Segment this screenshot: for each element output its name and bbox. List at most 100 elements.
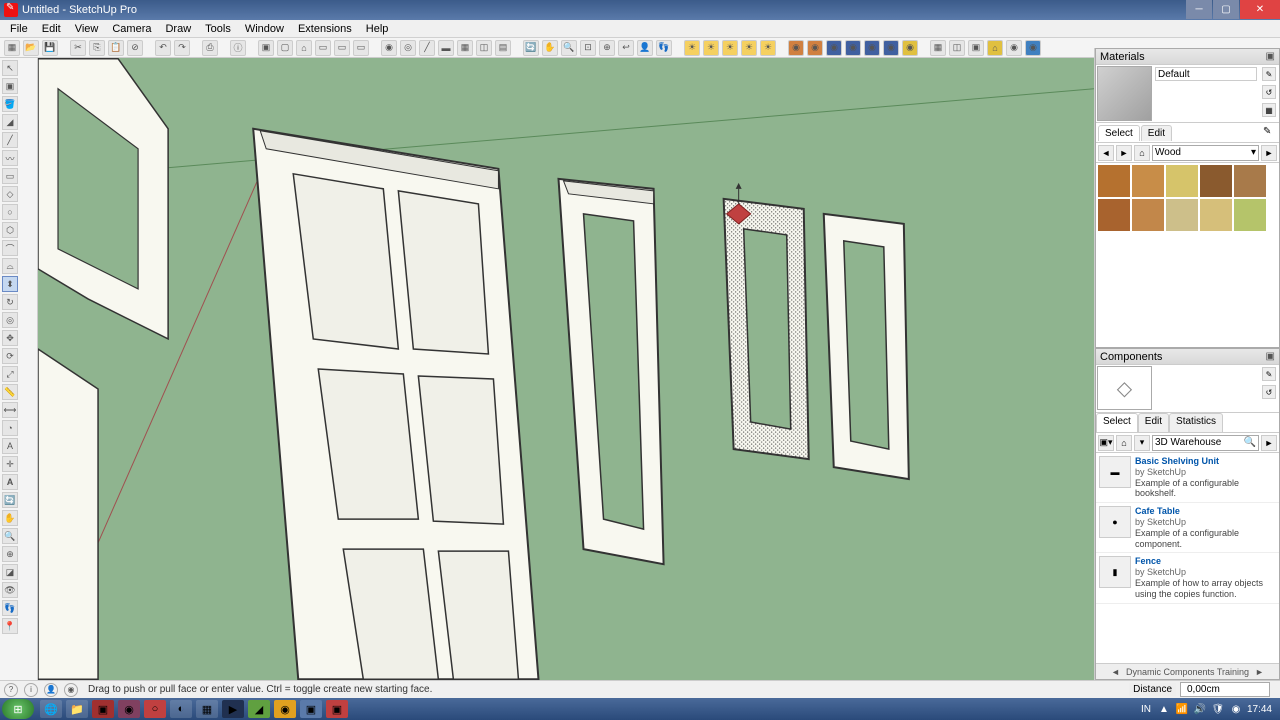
- task-app5-icon[interactable]: ▦: [196, 700, 218, 718]
- material-swatch[interactable]: [1132, 165, 1164, 197]
- print-icon[interactable]: ⎙: [202, 40, 218, 56]
- nav-next-icon[interactable]: ►: [1255, 667, 1264, 677]
- paste-icon[interactable]: 📋: [108, 40, 124, 56]
- shadow-icon[interactable]: ◉: [381, 40, 397, 56]
- line-tool-icon[interactable]: ╱: [2, 132, 18, 148]
- walk-tool-icon[interactable]: 👣: [2, 600, 18, 616]
- extension-icon[interactable]: ◉: [1006, 40, 1022, 56]
- save-icon[interactable]: 💾: [42, 40, 58, 56]
- material-library-dropdown[interactable]: Wood▾: [1152, 145, 1259, 161]
- task-app2-icon[interactable]: ◉: [118, 700, 140, 718]
- erase-icon[interactable]: ⊘: [127, 40, 143, 56]
- previous-icon[interactable]: ↩: [618, 40, 634, 56]
- tray-app-icon[interactable]: ◉: [1229, 702, 1243, 716]
- collapse-icon[interactable]: ▣: [1266, 51, 1275, 62]
- scenes-icon[interactable]: ▣: [968, 40, 984, 56]
- components-tab-edit[interactable]: Edit: [1138, 413, 1169, 432]
- polygon-tool-icon[interactable]: ⬡: [2, 222, 18, 238]
- style6-icon[interactable]: ◉: [883, 40, 899, 56]
- menu-camera[interactable]: Camera: [106, 21, 157, 37]
- component-item[interactable]: ▮ Fenceby SketchUpExample of how to arra…: [1096, 553, 1279, 603]
- warehouse-icon[interactable]: ⌂: [987, 40, 1003, 56]
- zoom-icon[interactable]: 🔍: [561, 40, 577, 56]
- pan-icon[interactable]: ✋: [542, 40, 558, 56]
- components-tab-stats[interactable]: Statistics: [1169, 413, 1223, 432]
- page-icon[interactable]: ▭: [315, 40, 331, 56]
- material-swatch[interactable]: [1200, 199, 1232, 231]
- tray-shield-icon[interactable]: 🛡: [1211, 702, 1225, 716]
- material-name-field[interactable]: Default: [1155, 67, 1257, 81]
- rotated-rect-icon[interactable]: ◇: [2, 186, 18, 202]
- help-icon[interactable]: ?: [4, 683, 18, 697]
- menu-edit[interactable]: Edit: [36, 21, 67, 37]
- details-icon[interactable]: ►: [1261, 145, 1277, 161]
- collapse-icon[interactable]: ▣: [1266, 351, 1275, 362]
- task-sketchup-icon[interactable]: ▣: [300, 700, 322, 718]
- 3dtext-tool-icon[interactable]: 𝐀: [2, 474, 18, 490]
- group-icon[interactable]: ▢: [277, 40, 293, 56]
- materials-tab-select[interactable]: Select: [1098, 125, 1140, 141]
- arc-tool-icon[interactable]: ⌒: [2, 240, 18, 256]
- nav-home-icon[interactable]: ⌂: [1134, 145, 1150, 161]
- material-swatch[interactable]: [1234, 165, 1266, 197]
- menu-view[interactable]: View: [69, 21, 105, 37]
- task-app8-icon[interactable]: ◉: [274, 700, 296, 718]
- comp-view-icon[interactable]: ▣▾: [1098, 435, 1114, 451]
- cut-icon[interactable]: ✂: [70, 40, 86, 56]
- task-app7-icon[interactable]: ◢: [248, 700, 270, 718]
- component-icon[interactable]: ▣: [258, 40, 274, 56]
- component-search-field[interactable]: 3D Warehouse🔍: [1152, 435, 1259, 451]
- eyedropper-icon[interactable]: ✎: [1263, 126, 1277, 140]
- tray-network-icon[interactable]: 📶: [1175, 702, 1189, 716]
- nav-back-icon[interactable]: ◄: [1098, 145, 1114, 161]
- component-item[interactable]: ● Cafe Tableby SketchUpExample of a conf…: [1096, 503, 1279, 553]
- layer-icon[interactable]: ▦: [930, 40, 946, 56]
- open-icon[interactable]: 📂: [23, 40, 39, 56]
- rectangle-tool-icon[interactable]: ▭: [2, 168, 18, 184]
- position-tool-icon[interactable]: 📍: [2, 618, 18, 634]
- copy-icon[interactable]: ⎘: [89, 40, 105, 56]
- right-icon[interactable]: ☀: [741, 40, 757, 56]
- menu-draw[interactable]: Draw: [159, 21, 197, 37]
- walk-icon[interactable]: 👣: [656, 40, 672, 56]
- profile-icon[interactable]: ▬: [438, 40, 454, 56]
- comp-fav-icon[interactable]: ▾: [1134, 435, 1150, 451]
- measurement-field[interactable]: 0,00cm: [1180, 682, 1270, 697]
- undo-icon[interactable]: ↶: [155, 40, 171, 56]
- house-icon[interactable]: ⌂: [296, 40, 312, 56]
- minimize-button[interactable]: ─: [1186, 0, 1212, 19]
- 3d-viewport[interactable]: [38, 58, 1094, 680]
- scale-tool-icon[interactable]: ⤢: [2, 366, 18, 382]
- tray-lang[interactable]: IN: [1139, 702, 1153, 716]
- edge-icon[interactable]: ╱: [419, 40, 435, 56]
- zoom-extents-icon[interactable]: ⊕: [599, 40, 615, 56]
- tray-sound-icon[interactable]: 🔊: [1193, 702, 1207, 716]
- task-folder-icon[interactable]: 📁: [66, 700, 88, 718]
- tape-tool-icon[interactable]: 📏: [2, 384, 18, 400]
- menu-tools[interactable]: Tools: [199, 21, 237, 37]
- section-icon[interactable]: ▤: [495, 40, 511, 56]
- task-explorer-icon[interactable]: 🌐: [40, 700, 62, 718]
- model-info-icon[interactable]: ⓘ: [230, 40, 246, 56]
- offset-tool-icon[interactable]: ◎: [2, 312, 18, 328]
- comp-home-icon[interactable]: ⌂: [1116, 435, 1132, 451]
- nav-fwd-icon[interactable]: ►: [1116, 145, 1132, 161]
- menu-file[interactable]: File: [4, 21, 34, 37]
- top-icon[interactable]: ☀: [703, 40, 719, 56]
- start-button[interactable]: ⊞: [2, 699, 34, 719]
- close-button[interactable]: ✕: [1240, 0, 1280, 19]
- xray-icon[interactable]: ▦: [457, 40, 473, 56]
- task-app6-icon[interactable]: ▶: [222, 700, 244, 718]
- fog-icon[interactable]: ◎: [400, 40, 416, 56]
- iso-icon[interactable]: ☀: [684, 40, 700, 56]
- geo-icon[interactable]: ◉: [64, 683, 78, 697]
- style3-icon[interactable]: ◉: [826, 40, 842, 56]
- style1-icon[interactable]: ◉: [788, 40, 804, 56]
- axes-tool-icon[interactable]: ✛: [2, 456, 18, 472]
- new-icon[interactable]: ▦: [4, 40, 20, 56]
- orbit-icon[interactable]: 🔄: [523, 40, 539, 56]
- comp-options-icon[interactable]: ✎: [1262, 367, 1276, 381]
- material-swatch[interactable]: [1200, 165, 1232, 197]
- text-tool-icon[interactable]: A: [2, 438, 18, 454]
- redo-icon[interactable]: ↷: [174, 40, 190, 56]
